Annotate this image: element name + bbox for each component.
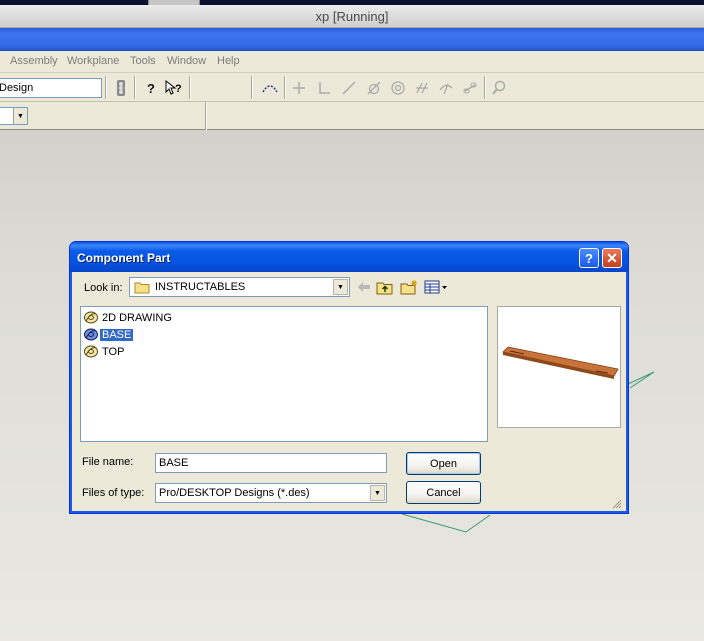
look-in-combo[interactable]: INSTRUCTABLES ▼ <box>129 277 350 297</box>
view-menu-icon[interactable] <box>424 279 448 295</box>
new-folder-icon[interactable] <box>400 279 418 295</box>
files-of-type-value: Pro/DESKTOP Designs (*.des) <box>159 487 310 499</box>
files-of-type-combo[interactable]: Pro/DESKTOP Designs (*.des) ▼ <box>155 483 387 503</box>
look-in-value: INSTRUCTABLES <box>155 281 246 293</box>
list-item[interactable]: 2D DRAWING <box>83 310 174 325</box>
component-part-dialog: Component Part ? ✕ Look in: INSTRUCTABLE… <box>69 241 629 514</box>
files-of-type-label: Files of type: <box>82 487 145 499</box>
close-button[interactable]: ✕ <box>602 248 622 268</box>
folder-icon <box>134 281 150 297</box>
file-list[interactable]: 2D DRAWING BASE TOP <box>80 306 488 442</box>
design-file-icon <box>84 311 98 324</box>
list-item[interactable]: BASE <box>83 327 134 342</box>
preview-pane <box>497 306 621 428</box>
look-in-label: Look in: <box>84 282 123 294</box>
cancel-button[interactable]: Cancel <box>406 481 481 504</box>
file-name-input[interactable]: BASE <box>155 453 387 473</box>
dialog-title: Component Part <box>77 251 171 265</box>
resize-grip-icon[interactable] <box>612 499 622 509</box>
help-button[interactable]: ? <box>579 248 599 268</box>
part-preview-image <box>502 346 619 379</box>
file-name-label: File name: <box>82 456 134 468</box>
dialog-body: Look in: INSTRUCTABLES ▼ 2D DRAWING BASE… <box>74 272 624 511</box>
file-name: TOP <box>102 345 125 358</box>
design-file-icon <box>84 328 98 341</box>
file-name: BASE <box>100 328 134 341</box>
file-name: 2D DRAWING <box>102 311 172 324</box>
list-item[interactable]: TOP <box>83 344 126 359</box>
back-arrow-icon[interactable] <box>356 279 372 295</box>
design-file-icon <box>84 345 98 358</box>
up-folder-icon[interactable] <box>376 279 394 295</box>
dialog-title-bar[interactable]: Component Part ? ✕ <box>70 242 628 272</box>
chevron-down-icon[interactable]: ▼ <box>333 279 348 295</box>
chevron-down-icon[interactable]: ▼ <box>370 485 385 501</box>
open-button[interactable]: Open <box>406 452 481 475</box>
